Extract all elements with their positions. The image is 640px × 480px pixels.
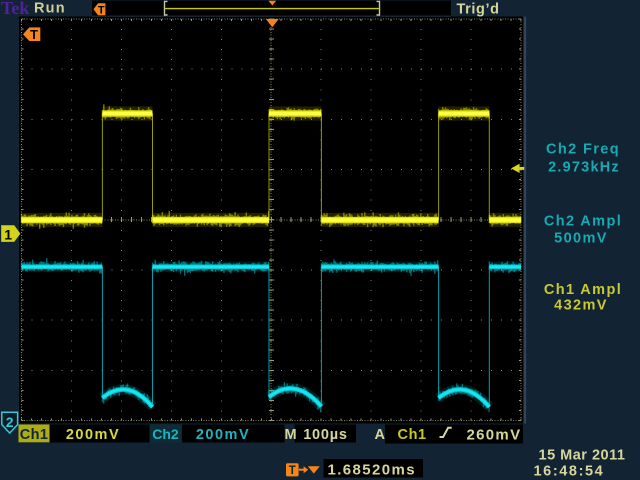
svg-text:Ch2 Ampl: Ch2 Ampl [544,214,622,230]
svg-text:2.973kHz: 2.973kHz [548,160,620,176]
svg-text:1.68520ms: 1.68520ms [328,461,417,478]
svg-text:16:48:54: 16:48:54 [534,463,605,479]
svg-text:432mV: 432mV [554,298,608,314]
svg-text:Ch1 Ampl: Ch1 Ampl [544,282,622,298]
svg-text:Trig’d: Trig’d [457,1,500,17]
svg-text:Ch1: Ch1 [398,427,427,443]
svg-text:100µs: 100µs [303,427,348,443]
svg-text:Ch2: Ch2 [152,426,179,442]
svg-text:1: 1 [4,226,12,242]
svg-text:Run: Run [34,1,66,17]
svg-text:200mV: 200mV [196,427,250,443]
svg-text:Ch2 Freq: Ch2 Freq [546,142,620,158]
svg-text:M: M [285,427,297,443]
svg-text:Tek: Tek [1,0,29,18]
svg-text:T: T [289,465,296,477]
svg-text:500mV: 500mV [554,231,608,247]
svg-text:T: T [98,4,105,16]
svg-text:Ch1: Ch1 [20,427,49,443]
svg-text:260mV: 260mV [467,426,522,443]
svg-text:2: 2 [6,414,14,430]
svg-text:T: T [30,27,38,42]
svg-text:A: A [375,427,386,443]
svg-text:200mV: 200mV [66,427,120,443]
svg-text:15 Mar 2011: 15 Mar 2011 [539,447,626,463]
